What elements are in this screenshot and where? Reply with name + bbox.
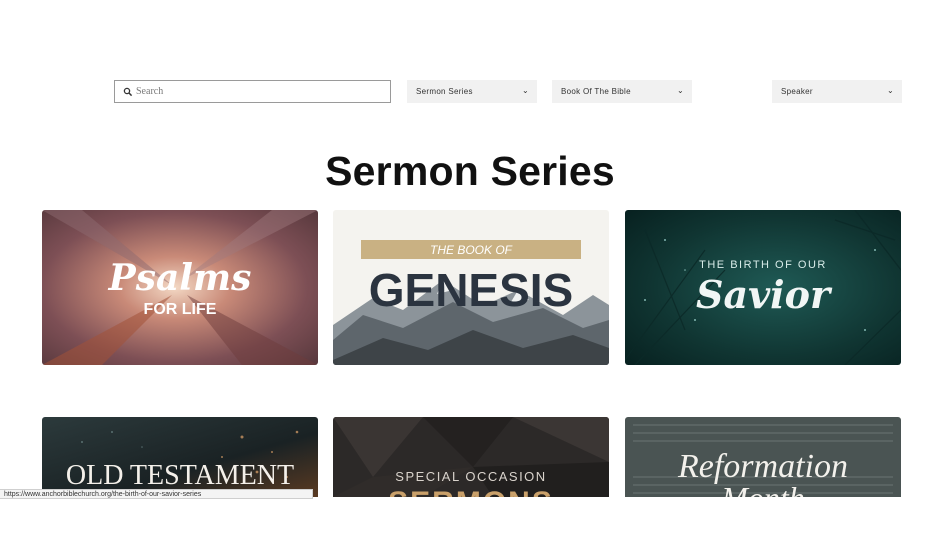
- series-card-genesis[interactable]: THE BOOK OF GENESIS: [333, 210, 609, 365]
- series-card-small-title: THE BIRTH OF OUR: [699, 259, 827, 271]
- series-card-title: GENESIS: [369, 264, 574, 316]
- speaker-dropdown-label: Speaker: [781, 87, 813, 96]
- series-card-reformation[interactable]: Reformation Month: [625, 417, 901, 497]
- series-card-title: SERMONS: [388, 486, 554, 497]
- chevron-down-icon: ⌄: [521, 86, 529, 95]
- series-card-subtitle: FOR LIFE: [144, 301, 217, 318]
- sermon-series-dropdown[interactable]: Sermon Series ⌄: [407, 80, 537, 103]
- search-icon: [123, 87, 133, 97]
- series-card-special-occasion[interactable]: SPECIAL OCCASION SERMONS: [333, 417, 609, 497]
- search-box[interactable]: [114, 80, 391, 103]
- series-card-image: SPECIAL OCCASION SERMONS: [333, 417, 609, 497]
- series-card-image: OLD TESTAMENT: [42, 417, 318, 497]
- series-card-psalms[interactable]: Psalms FOR LIFE: [42, 210, 318, 365]
- speaker-dropdown[interactable]: Speaker ⌄: [772, 80, 902, 103]
- sermon-series-dropdown-label: Sermon Series: [416, 87, 473, 96]
- book-of-the-bible-dropdown-label: Book Of The Bible: [561, 87, 631, 96]
- series-card-image: Reformation Month: [625, 417, 901, 497]
- series-card-image: Psalms FOR LIFE: [42, 210, 318, 365]
- filter-bar: Sermon Series ⌄ Book Of The Bible ⌄ Spea…: [114, 80, 902, 103]
- series-card-title: Psalms: [108, 257, 252, 299]
- series-card-small-title: THE BOOK OF: [430, 243, 513, 257]
- series-card-image: THE BIRTH OF OUR Savior: [625, 210, 901, 365]
- series-card-image: THE BOOK OF GENESIS: [333, 210, 609, 365]
- series-card-title: Savior: [696, 272, 833, 317]
- chevron-down-icon: ⌄: [676, 86, 684, 95]
- series-card-title: OLD TESTAMENT: [66, 460, 294, 491]
- series-card-small-title: SPECIAL OCCASION: [395, 469, 546, 484]
- series-card-old-testament[interactable]: OLD TESTAMENT: [42, 417, 318, 497]
- page-bottom-margin: [0, 497, 940, 550]
- chevron-down-icon: ⌄: [886, 86, 894, 95]
- series-card-savior[interactable]: THE BIRTH OF OUR Savior: [625, 210, 901, 365]
- browser-status-bar: https://www.anchorbiblechurch.org/the-bi…: [0, 489, 313, 499]
- book-of-the-bible-dropdown[interactable]: Book Of The Bible ⌄: [552, 80, 692, 103]
- series-card-subtitle: Month: [720, 480, 805, 497]
- page-title: Sermon Series: [325, 148, 615, 194]
- search-input[interactable]: [136, 83, 381, 100]
